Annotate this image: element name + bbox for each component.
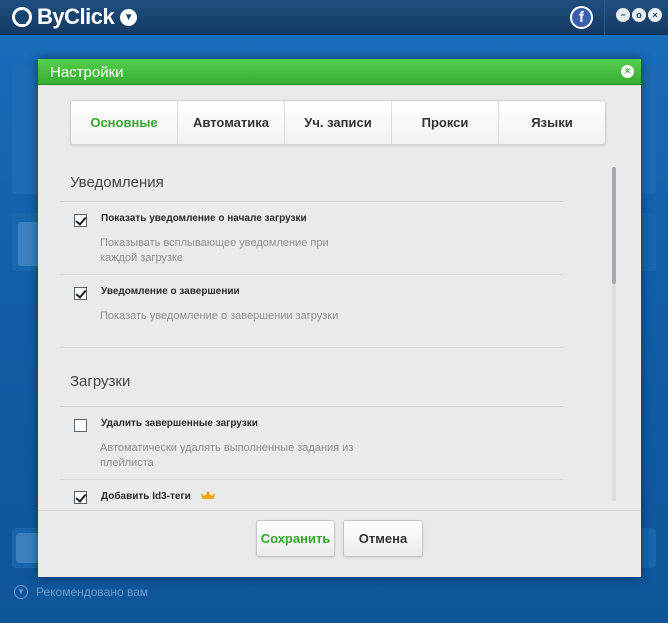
tab-automation[interactable]: Автоматика [177,101,284,144]
settings-dialog: Настройки × Основные Автоматика Уч. запи… [38,59,641,577]
option-divider [60,479,563,480]
tab-languages[interactable]: Языки [498,101,605,144]
option-description: Показать уведомление о завершении загруз… [100,310,339,322]
section-title-notifications: Уведомления [70,174,164,191]
app-logo[interactable]: ByClick ▼ [12,4,138,29]
section-divider [60,406,563,407]
title-bar: ByClick ▼ f − o × [0,0,668,35]
app-name: ByClick [37,4,115,29]
scrollbar-thumb[interactable] [612,167,616,284]
option-label-wrap: Добавить Id3-теги [101,490,216,502]
close-icon[interactable]: × [621,65,634,78]
tab-accounts[interactable]: Уч. записи [284,101,391,144]
complete-notification-checkbox[interactable] [74,287,87,300]
app-window: ByClick ▼ f − o × ▼ Рекомендовано вам На… [0,0,668,623]
footer-divider [38,510,641,511]
crown-icon [200,491,215,499]
chevron-down-icon: ▼ [14,585,28,599]
option-label: Удалить завершенные загрузки [101,418,258,429]
settings-content: Уведомления Показать уведомление о начал… [38,159,641,509]
option-label: Показать уведомление о начале загрузки [101,213,307,224]
facebook-icon[interactable]: f [570,6,593,29]
option-description: Показывать всплывающее уведомление при к… [100,237,329,264]
option-divider [60,274,563,275]
section-title-downloads: Загрузки [70,373,131,390]
settings-tabs: Основные Автоматика Уч. записи Прокси Яз… [70,100,606,145]
maximize-button[interactable]: o [632,8,646,22]
dialog-title: Настройки [50,64,124,81]
recommended-label: Рекомендовано вам [36,585,149,599]
save-button[interactable]: Сохранить [256,520,335,557]
minimize-button[interactable]: − [616,8,630,22]
tab-general[interactable]: Основные [71,101,177,144]
dialog-header: Настройки × [38,59,641,85]
chevron-down-icon[interactable]: ▼ [120,8,138,26]
option-label: Уведомление о завершении [101,286,240,297]
section-divider [60,201,563,202]
option-divider [60,347,563,348]
title-separator [604,0,605,35]
id3-tags-checkbox[interactable] [74,491,87,504]
close-button[interactable]: × [648,8,662,22]
logo-icon [12,7,32,27]
cancel-button[interactable]: Отмена [343,520,423,557]
start-notification-checkbox[interactable] [74,214,87,227]
option-description: Автоматически удалять выполненные задани… [100,442,354,469]
tab-proxy[interactable]: Прокси [391,101,498,144]
recommended-toggle[interactable]: ▼ Рекомендовано вам [14,584,148,600]
remove-completed-checkbox[interactable] [74,419,87,432]
option-label: Добавить Id3-теги [101,491,191,502]
